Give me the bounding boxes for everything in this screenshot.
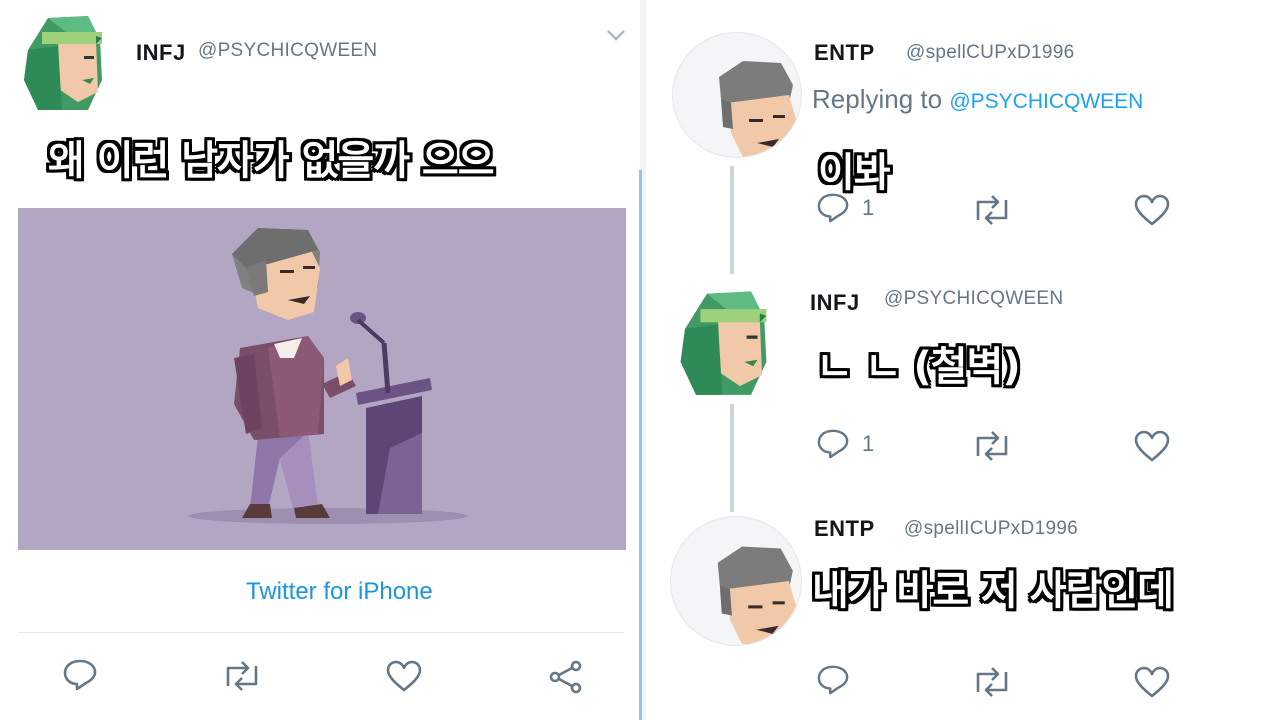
like-icon	[386, 660, 422, 692]
thread-connector	[730, 166, 734, 274]
reply-button[interactable]	[62, 658, 98, 692]
reply2-reply-button[interactable]: 1	[816, 428, 874, 460]
reply3-like-button[interactable]	[1134, 666, 1170, 698]
share-button[interactable]	[548, 660, 584, 694]
reply2-reply-count: 1	[862, 431, 875, 456]
share-icon	[549, 660, 582, 694]
reply1-like-button[interactable]	[1134, 194, 1170, 226]
reply-icon	[63, 659, 97, 691]
thread-line	[639, 170, 642, 720]
reply-thread: ENTP @spellCUPxD1996 Replying to @PSYCHI…	[646, 0, 1280, 720]
divider	[18, 632, 624, 633]
reply3-caption: 내가 바로 저 사람인데	[812, 568, 1174, 614]
tweet-source-link[interactable]: Twitter for iPhone	[246, 578, 433, 606]
reply2-author-name[interactable]: INFJ	[810, 290, 860, 316]
retweet-icon	[976, 431, 1008, 461]
reply2-like-button[interactable]	[1134, 430, 1170, 462]
author-name[interactable]: INFJ	[136, 40, 186, 66]
reply1-retweet-button[interactable]	[972, 194, 1012, 226]
like-icon	[1134, 194, 1170, 226]
reply2-caption: ㄴ ㄴ (철벽)	[816, 344, 1021, 390]
replying-to-prefix: Replying to	[812, 84, 950, 114]
retweet-button[interactable]	[222, 660, 262, 692]
replying-to-line: Replying to @PSYCHICQWEEN	[812, 84, 1143, 115]
replying-to-handle[interactable]: @PSYCHICQWEEN	[949, 90, 1143, 113]
reply2-author-handle[interactable]: @PSYCHICQWEEN	[884, 288, 1063, 310]
like-icon	[1134, 430, 1170, 462]
entp-avatar[interactable]	[672, 32, 802, 158]
like-button[interactable]	[386, 660, 422, 692]
reply-icon	[817, 193, 849, 223]
entp-reply-avatar[interactable]	[670, 516, 802, 646]
original-tweet: INFJ @PSYCHICQWEEN 왜 이런 남자가 없을까 으으 Twitt…	[0, 0, 640, 720]
thread-connector	[730, 404, 734, 512]
reply1-reply-button[interactable]: 1	[816, 192, 874, 224]
like-icon	[1134, 666, 1170, 698]
infj-avatar[interactable]	[18, 10, 118, 112]
reply1-author-name[interactable]: ENTP	[814, 40, 875, 66]
author-handle[interactable]: @PSYCHICQWEEN	[198, 40, 377, 62]
reply-icon	[817, 665, 849, 695]
reply2-retweet-button[interactable]	[972, 430, 1012, 462]
tweet-caption: 왜 이런 남자가 없을까 으으	[48, 138, 495, 184]
infj-reply-avatar[interactable]	[674, 282, 784, 400]
reply3-author-handle[interactable]: @spellICUPxD1996	[904, 518, 1078, 540]
chevron-down-icon[interactable]	[606, 28, 626, 47]
reply1-reply-count: 1	[862, 195, 875, 220]
retweet-icon	[226, 661, 258, 691]
reply1-caption: 이봐	[818, 150, 891, 196]
reply1-author-handle[interactable]: @spellCUPxD1996	[906, 42, 1074, 64]
tweet-media-image[interactable]	[18, 208, 626, 550]
reply-icon	[817, 429, 849, 459]
retweet-icon	[976, 195, 1008, 225]
retweet-icon	[976, 667, 1008, 697]
reply3-author-name[interactable]: ENTP	[814, 516, 875, 542]
reply3-retweet-button[interactable]	[972, 666, 1012, 698]
reply3-reply-button[interactable]	[816, 664, 850, 696]
